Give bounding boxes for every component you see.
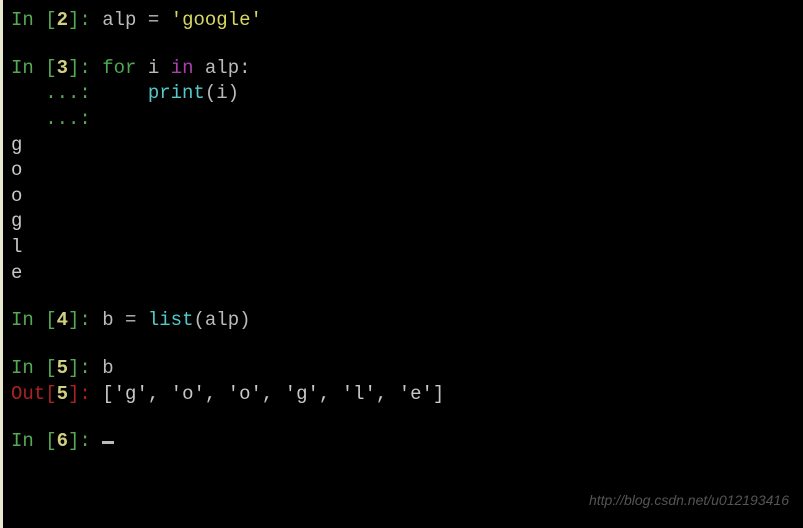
continuation-line[interactable]: ...: print(i) [11,81,795,107]
code-function: print [148,82,205,104]
output-value: ['g', 'o', 'o', 'g', 'l', 'e'] [102,383,444,405]
prompt-in: In [2]: [11,9,102,31]
continuation-prompt: ...: [11,82,102,104]
prompt-in: In [4]: [11,309,102,331]
code-variable: alp [102,9,136,31]
input-cell-3[interactable]: In [3]: for i in alp: [11,56,795,82]
input-cell-6[interactable]: In [6]: [11,429,795,455]
code-string: 'google' [171,9,262,31]
stdout-line: o [11,158,795,184]
code-variable: b [102,357,113,379]
code-variable: b [102,309,113,331]
stdout-line: l [11,235,795,261]
code-function: list [148,309,194,331]
continuation-prompt: ...: [11,108,102,130]
prompt-in: In [3]: [11,57,102,79]
code-keyword-for: for [102,57,136,79]
prompt-in: In [6]: [11,430,102,452]
prompt-in: In [5]: [11,357,102,379]
cursor [102,441,114,444]
stdout-line: e [11,261,795,287]
watermark: http://blog.csdn.net/u012193416 [589,491,789,510]
input-cell-2[interactable]: In [2]: alp = 'google' [11,8,795,34]
prompt-out: Out[5]: [11,383,102,405]
input-cell-5[interactable]: In [5]: b [11,356,795,382]
stdout-line: g [11,133,795,159]
stdout-line: o [11,184,795,210]
stdout-line: g [11,209,795,235]
input-cell-4[interactable]: In [4]: b = list(alp) [11,308,795,334]
output-cell-5: Out[5]: ['g', 'o', 'o', 'g', 'l', 'e'] [11,382,795,408]
code-keyword-in: in [171,57,194,79]
continuation-line[interactable]: ...: [11,107,795,133]
code-operator: = [136,9,170,31]
